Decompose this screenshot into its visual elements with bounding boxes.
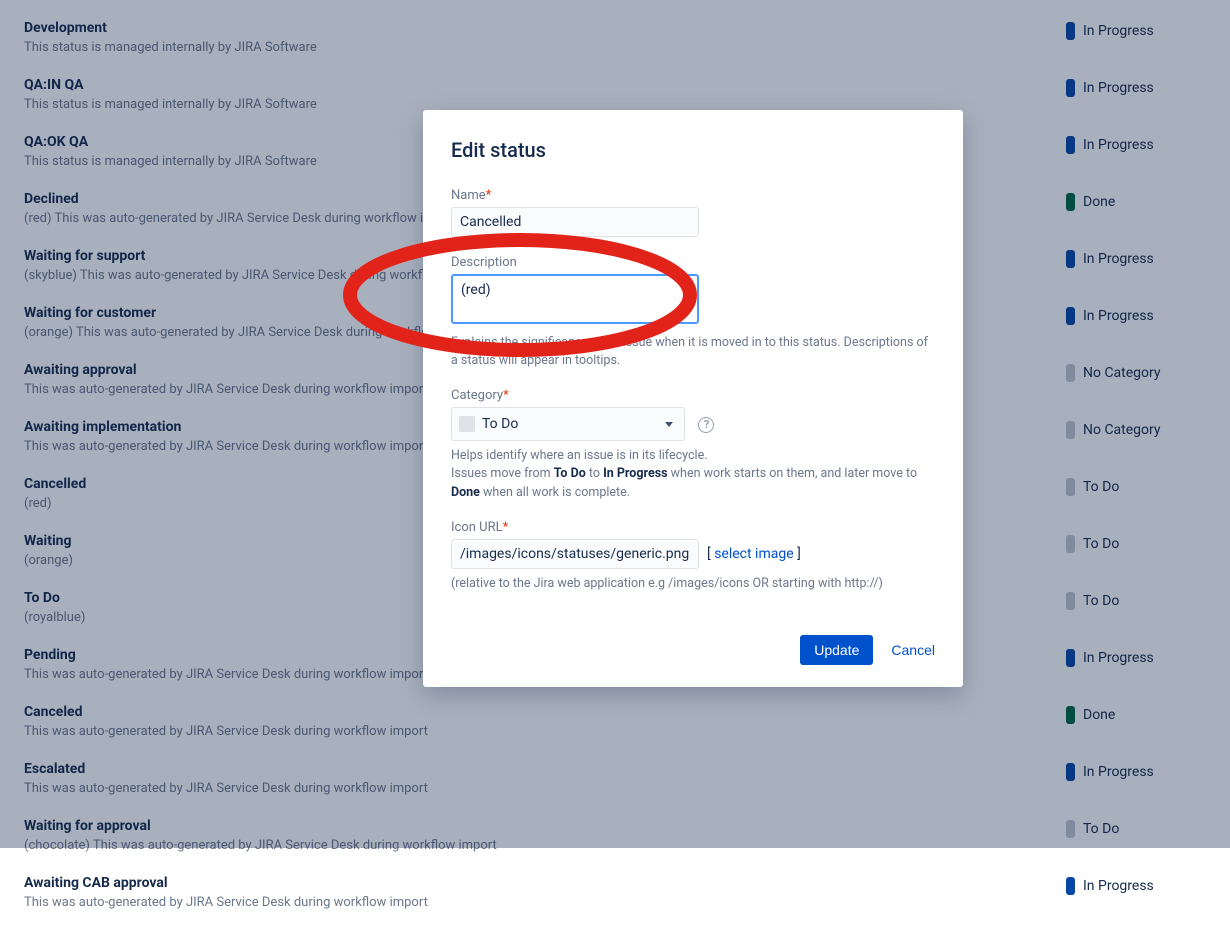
required-mark: *: [503, 388, 509, 403]
category-lozenge-icon: [1066, 421, 1075, 439]
name-label: Name*: [451, 188, 935, 203]
status-category: In Progress: [1066, 761, 1206, 781]
category-hint: Helps identify where an issue is in its …: [451, 447, 935, 501]
status-category: In Progress: [1066, 134, 1206, 154]
status-category: In Progress: [1066, 77, 1206, 97]
category-label: In Progress: [1083, 80, 1154, 96]
status-category: No Category: [1066, 362, 1206, 382]
status-category: In Progress: [1066, 875, 1206, 895]
status-category: Done: [1066, 191, 1206, 211]
status-row: Development This status is managed intern…: [24, 12, 1206, 69]
description-field-group: Description Explains the significance of…: [451, 255, 935, 370]
status-desc: This was auto-generated by JIRA Service …: [24, 781, 1066, 796]
status-category: Done: [1066, 704, 1206, 724]
cancel-button[interactable]: Cancel: [891, 642, 935, 658]
category-lozenge-icon: [1066, 706, 1075, 724]
category-lozenge-icon: [1066, 79, 1075, 97]
status-desc: This status is managed internally by JIR…: [24, 40, 1066, 55]
category-label: In Progress: [1083, 23, 1154, 39]
status-name[interactable]: Canceled: [24, 704, 1066, 720]
select-image-wrapper: [ select image ]: [707, 546, 801, 562]
description-label: Description: [451, 255, 935, 270]
category-label: In Progress: [1083, 878, 1154, 894]
category-label: Done: [1083, 707, 1115, 723]
category-lozenge-icon: [1066, 592, 1075, 610]
required-mark: *: [486, 188, 492, 203]
status-category: To Do: [1066, 476, 1206, 496]
name-field-group: Name*: [451, 188, 935, 237]
status-category: To Do: [1066, 818, 1206, 838]
name-input[interactable]: [451, 207, 699, 237]
status-name[interactable]: QA:IN QA: [24, 77, 1066, 93]
category-label: In Progress: [1083, 251, 1154, 267]
status-left: Escalated This was auto-generated by JIRA…: [24, 761, 1066, 796]
status-name[interactable]: Awaiting CAB approval: [24, 875, 1066, 891]
category-label: Done: [1083, 194, 1115, 210]
category-lozenge-icon: [1066, 307, 1075, 325]
modal-title: Edit status: [451, 138, 935, 162]
category-label: No Category: [1083, 365, 1161, 381]
modal-actions: Update Cancel: [451, 635, 935, 665]
status-category: In Progress: [1066, 248, 1206, 268]
category-lozenge-icon: [1066, 649, 1075, 667]
category-label: To Do: [1083, 593, 1119, 609]
status-desc: This was auto-generated by JIRA Service …: [24, 895, 1066, 910]
description-hint: Explains the significance of an issue wh…: [451, 334, 935, 370]
status-name[interactable]: Development: [24, 20, 1066, 36]
category-lozenge-icon: [1066, 478, 1075, 496]
required-mark: *: [503, 520, 509, 535]
category-label: In Progress: [1083, 308, 1154, 324]
category-color-swatch: [459, 416, 475, 432]
category-lozenge-icon: [1066, 136, 1075, 154]
status-row: Waiting for approval (chocolate) This was…: [24, 810, 1206, 867]
category-label: No Category: [1083, 422, 1161, 438]
category-label: To Do: [1083, 536, 1119, 552]
status-category: In Progress: [1066, 20, 1206, 40]
category-lozenge-icon: [1066, 22, 1075, 40]
edit-status-modal: Edit status Name* Description Explains t…: [423, 110, 963, 687]
iconurl-field-group: Icon URL* [ select image ] (relative to …: [451, 520, 935, 593]
status-left: QA:IN QAThis status is managed internall…: [24, 77, 1066, 112]
status-desc: This was auto-generated by JIRA Service …: [24, 724, 1066, 739]
status-name[interactable]: Escalated: [24, 761, 1066, 777]
select-image-link[interactable]: select image: [714, 546, 793, 562]
status-name[interactable]: Waiting for approval: [24, 818, 1066, 834]
status-category: To Do: [1066, 533, 1206, 553]
status-left: Canceled This was auto-generated by JIRA …: [24, 704, 1066, 739]
category-label: In Progress: [1083, 650, 1154, 666]
category-label: Category*: [451, 388, 935, 403]
description-input[interactable]: [451, 274, 699, 324]
category-label: In Progress: [1083, 764, 1154, 780]
category-lozenge-icon: [1066, 535, 1075, 553]
status-desc: (chocolate) This was auto-generated by J…: [24, 838, 1066, 853]
category-lozenge-icon: [1066, 763, 1075, 781]
iconurl-input[interactable]: [451, 539, 699, 569]
category-lozenge-icon: [1066, 193, 1075, 211]
status-category: In Progress: [1066, 305, 1206, 325]
category-select[interactable]: To Do: [451, 407, 685, 441]
category-label: To Do: [1083, 479, 1119, 495]
iconurl-label: Icon URL*: [451, 520, 935, 535]
update-button[interactable]: Update: [800, 635, 873, 665]
help-icon[interactable]: ?: [698, 417, 714, 433]
iconurl-hint: (relative to the Jira web application e.…: [451, 575, 935, 593]
status-category: In Progress: [1066, 647, 1206, 667]
category-lozenge-icon: [1066, 877, 1075, 895]
status-row: Canceled This was auto-generated by JIRA …: [24, 696, 1206, 753]
status-left: Awaiting CAB approval This was auto-gener…: [24, 875, 1066, 910]
status-category: To Do: [1066, 590, 1206, 610]
category-label: To Do: [1083, 821, 1119, 837]
category-lozenge-icon: [1066, 364, 1075, 382]
category-lozenge-icon: [1066, 820, 1075, 838]
status-left: Development This status is managed intern…: [24, 20, 1066, 55]
category-lozenge-icon: [1066, 250, 1075, 268]
status-row: Awaiting CAB approval This was auto-gener…: [24, 867, 1206, 924]
category-field-group: Category* To Do ? Helps identify where a…: [451, 388, 935, 501]
status-row: Escalated This was auto-generated by JIRA…: [24, 753, 1206, 810]
status-category: No Category: [1066, 419, 1206, 439]
category-label: In Progress: [1083, 137, 1154, 153]
